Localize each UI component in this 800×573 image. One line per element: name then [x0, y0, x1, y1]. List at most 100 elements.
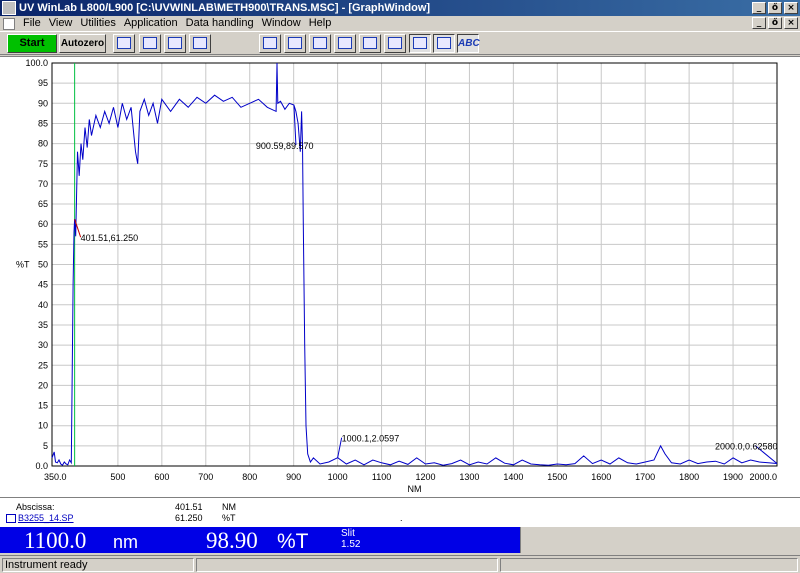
status-bar: Instrument ready [0, 555, 800, 573]
y-tick-label: 85 [38, 118, 48, 128]
expand-y-icon[interactable] [384, 34, 406, 53]
peak-icon[interactable] [433, 34, 455, 53]
x-tick-label: 1900 [723, 472, 743, 482]
x-tick-label: 1100 [372, 472, 391, 482]
annotation-label: 2000.0,0.62580 [715, 441, 778, 451]
title-bar: UV WinLab L800/L900 [C:\UVWINLAB\METH900… [0, 0, 800, 16]
y-tick-label: 65 [38, 199, 48, 209]
menu-bar: File View Utilities Application Data han… [0, 16, 800, 31]
value-readout: 98.90 [206, 528, 258, 553]
y-tick-label: 80 [38, 139, 48, 149]
cursor-info-panel: Abscissa: 401.51 NM B3255_14.SP 61.250 %… [0, 497, 800, 527]
x-tick-label: 600 [154, 472, 169, 482]
readout-spare-panel [520, 527, 800, 553]
wavelength-readout: 1100.0 [24, 528, 87, 553]
y-tick-label: 60 [38, 219, 48, 229]
separator-dot: . [400, 513, 403, 523]
y-tick-label: 20 [38, 380, 48, 390]
x-tick-label: 350.0 [44, 472, 67, 482]
x-axis-label: NM [408, 484, 422, 494]
x-tick-label: 1500 [547, 472, 567, 482]
status-pane-3 [500, 558, 798, 572]
annotation-label: 1000.1,2.0597 [342, 434, 400, 444]
y-tick-label: 75 [38, 159, 48, 169]
menu-file[interactable]: File [19, 16, 45, 31]
y-axis-label: %T [16, 260, 30, 270]
annotation-label: 401.51,61.250 [81, 233, 139, 243]
timedrive-icon[interactable] [139, 34, 161, 53]
autozero-button[interactable]: Autozero [59, 34, 106, 53]
doc-restore-button[interactable]: ő [768, 17, 782, 29]
expand-x-icon[interactable] [359, 34, 381, 53]
y-tick-label: 90 [38, 98, 48, 108]
wavelength-unit: nm [113, 532, 139, 552]
y-tick-label: 70 [38, 179, 48, 189]
app-window: UV WinLab L800/L900 [C:\UVWINLAB\METH900… [0, 0, 800, 573]
cursor-icon[interactable] [409, 34, 431, 53]
menu-view[interactable]: View [45, 16, 77, 31]
x-tick-label: 1300 [459, 472, 479, 482]
annotation-label: 900.59,89.570 [256, 141, 314, 151]
app-icon[interactable] [2, 1, 16, 15]
zoom-icon[interactable] [334, 34, 356, 53]
window-title: UV WinLab L800/L900 [C:\UVWINLAB\METH900… [19, 2, 431, 14]
value-unit: %T [277, 530, 309, 553]
y-tick-label: 0.0 [35, 461, 48, 471]
menu-application[interactable]: Application [120, 16, 182, 31]
y-tick-label: 10 [38, 421, 48, 431]
y-tick-label: 45 [38, 280, 48, 290]
y-tick-label: 15 [38, 401, 48, 411]
slit-value: 1.52 [341, 539, 361, 550]
wavelength-prog-icon[interactable] [164, 34, 186, 53]
menu-data-handling[interactable]: Data handling [182, 16, 258, 31]
doc-minimize-button[interactable]: _ [752, 17, 766, 29]
samples-icon[interactable] [189, 34, 211, 53]
x-tick-label: 1200 [415, 472, 435, 482]
restore-button[interactable]: ő [768, 2, 782, 14]
menu-window[interactable]: Window [258, 16, 305, 31]
slit-label: Slit [341, 528, 355, 539]
x-tick-label: 1800 [679, 472, 699, 482]
x-tick-label: 1700 [635, 472, 655, 482]
y-tick-label: 35 [38, 320, 48, 330]
x-tick-label: 2000.0 [749, 472, 777, 482]
ordinate-value: 61.250 [175, 513, 203, 523]
abscissa-value: 401.51 [175, 502, 203, 512]
x-tick-label: 500 [110, 472, 125, 482]
x-tick-label: 1600 [591, 472, 611, 482]
y-tick-label: 30 [38, 340, 48, 350]
display-icon[interactable] [259, 34, 281, 53]
overlay-icon[interactable] [309, 34, 331, 53]
close-button[interactable]: × [784, 2, 798, 14]
y-tick-label: 55 [38, 239, 48, 249]
y-tick-label: 50 [38, 260, 48, 270]
spectrum-file-icon[interactable] [6, 514, 16, 523]
ordinate-unit: %T [222, 513, 236, 523]
axis-icon[interactable] [284, 34, 306, 53]
instrument-readout: 1100.0 nm 98.90 %T Slit 1.52 [0, 527, 520, 553]
x-tick-label: 900 [286, 472, 301, 482]
doc-close-button[interactable]: × [784, 17, 798, 29]
y-tick-label: 25 [38, 360, 48, 370]
minimize-button[interactable]: _ [752, 2, 766, 14]
y-tick-label: 40 [38, 300, 48, 310]
document-icon[interactable] [3, 17, 15, 30]
spectrum-file-link[interactable]: B3255_14.SP [18, 513, 74, 523]
x-tick-label: 700 [198, 472, 213, 482]
menu-utilities[interactable]: Utilities [76, 16, 119, 31]
annotation-button[interactable]: ABC [457, 34, 480, 53]
abscissa-label: Abscissa: [16, 502, 55, 512]
abscissa-unit: NM [222, 502, 236, 512]
menu-help[interactable]: Help [305, 16, 336, 31]
y-tick-label: 5 [43, 441, 48, 451]
x-tick-label: 800 [242, 472, 257, 482]
scan-icon[interactable] [113, 34, 135, 53]
x-tick-label: 1400 [503, 472, 523, 482]
y-tick-label: 100.0 [25, 58, 48, 68]
spectrum-chart[interactable]: 0.0 5 10 15 20 25 30 35 40 45 50 55 60 65 70 75 80 85 90 95… [0, 57, 800, 498]
graph-window[interactable]: 0.0 5 10 15 20 25 30 35 40 45 50 55 60 65 70 75 80 85 90 95… [0, 56, 800, 497]
start-button[interactable]: Start [7, 34, 57, 53]
toolbar: Start Autozero ABC [0, 31, 800, 55]
x-tick-label: 1000 [328, 472, 348, 482]
status-pane-2 [196, 558, 498, 572]
